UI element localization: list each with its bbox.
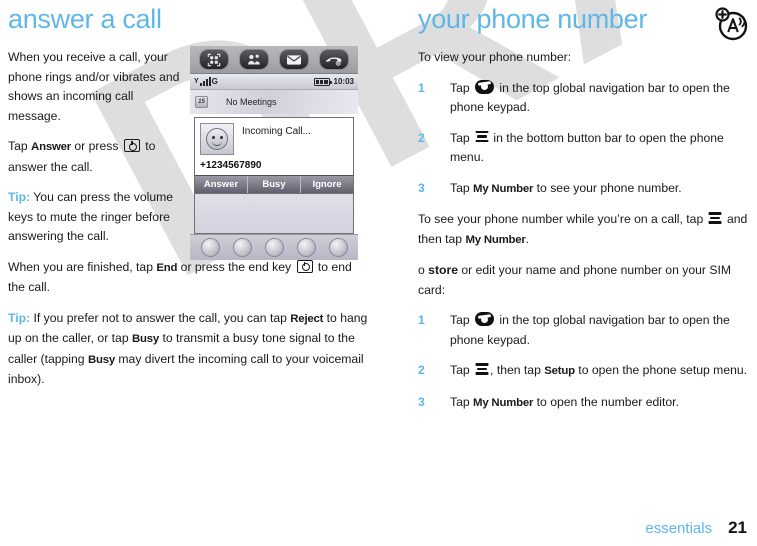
busy-term-2: Busy <box>87 353 116 366</box>
right-section-title: your phone number <box>418 4 648 34</box>
step-number: 1 <box>418 313 425 327</box>
phone-handset-icon[interactable] <box>319 49 349 70</box>
footer-page-number: 21 <box>728 518 747 537</box>
step-post: to see your phone number. <box>533 180 682 195</box>
tip-label-2: Tip: <box>8 310 31 325</box>
end-term: End <box>156 261 178 274</box>
on-call-paragraph: To see your phone number while you’re on… <box>418 210 748 250</box>
left-paragraph-1: When you receive a call, your phone ring… <box>8 50 180 123</box>
my-number-term: My Number <box>465 233 526 246</box>
p3-pre: When you are finished, tap <box>8 259 157 274</box>
step-number: 3 <box>418 180 425 195</box>
busy-term-1: Busy <box>132 333 160 345</box>
incoming-call-number: +1234567890 <box>200 160 262 171</box>
oncall-pre: To see your phone number while you’re on… <box>418 212 707 226</box>
steps-store-number: 1 Tap in the top global navigation bar t… <box>418 311 748 413</box>
dock-icon-5[interactable] <box>328 238 348 257</box>
incoming-call-title: Incoming Call... <box>242 126 311 137</box>
antenna-add-icon <box>713 6 751 42</box>
list-item: 1 Tap in the top global navigation bar t… <box>418 79 748 118</box>
battery-icon <box>313 77 332 86</box>
page-footer: essentials 21 <box>0 518 757 538</box>
step-pre: Tap <box>450 130 474 145</box>
softkey-answer[interactable]: Answer <box>195 176 248 193</box>
tip-text-1: You can press the volume keys to mute th… <box>8 190 174 243</box>
manual-page: answer a call When you receive a call, y… <box>0 0 757 546</box>
step-number: 3 <box>418 394 425 409</box>
list-item: 2 Tap , then tap Setup to open the phone… <box>418 361 748 382</box>
step-post: in the bottom button bar to open the pho… <box>450 130 724 165</box>
incoming-call-card: Incoming Call... +1234567890 Answer Busy… <box>194 117 354 194</box>
step-post: to open the phone setup menu. <box>574 363 748 377</box>
p2-mid: or press <box>71 139 122 153</box>
reject-term: Reject <box>290 312 324 325</box>
message-envelope-icon[interactable] <box>279 49 309 70</box>
softkey-busy[interactable]: Busy <box>248 176 301 193</box>
list-item: 3 Tap My Number to see your phone number… <box>418 179 748 200</box>
phone-screenshot-figure: Υ G 10:03 15 No Meetings Incoming Call..… <box>190 46 358 294</box>
dock-icon-3[interactable] <box>264 238 284 257</box>
phone-wallpaper-area <box>194 194 354 234</box>
signal-bars-icon <box>199 77 211 86</box>
step-pre: Tap <box>450 394 474 409</box>
center-select-key-icon <box>123 139 140 152</box>
step-number: 2 <box>418 363 425 377</box>
right-column: your phone number To view your phone num… <box>418 0 748 424</box>
phone-dock-bar <box>190 234 358 260</box>
tip-label-1: Tip: <box>8 190 31 204</box>
list-item: 2 Tap in the bottom button bar to open t… <box>418 129 748 168</box>
phone-meetings-bar: 15 No Meetings <box>190 90 358 114</box>
dock-icon-2[interactable] <box>232 238 252 257</box>
store-paragraph: o store or edit your name and phone numb… <box>418 261 748 300</box>
my-number-term: My Number <box>473 182 534 195</box>
p2-pre: Tap <box>8 139 32 153</box>
left-tip-2: Tip: If you prefer not to answer the cal… <box>8 309 368 390</box>
step-mid: , then tap <box>490 363 545 377</box>
store-pre: o <box>418 263 429 277</box>
left-paragraph-2: Tap Answer or press to answer the call. <box>8 137 186 177</box>
dock-icon-1[interactable] <box>200 238 220 257</box>
left-section-title: answer a call <box>8 4 162 34</box>
meetings-text: No Meetings <box>226 97 277 107</box>
dock-icon-4[interactable] <box>296 238 316 257</box>
contacts-icon[interactable] <box>239 49 269 70</box>
list-item: 1 Tap in the top global navigation bar t… <box>418 311 748 350</box>
store-post: or edit your name and phone number on yo… <box>418 263 732 297</box>
smiley-avatar-icon <box>200 123 234 155</box>
step-number: 2 <box>418 130 425 145</box>
apps-grid-icon[interactable] <box>199 49 229 70</box>
step-post: to open the number editor. <box>533 394 679 409</box>
step-number: 1 <box>418 80 425 95</box>
menu-icon <box>475 363 489 375</box>
left-tip-1: Tip: You can press the volume keys to mu… <box>8 188 186 247</box>
antenna-glyph: Υ <box>194 78 199 85</box>
phone-global-nav-bar <box>190 46 358 74</box>
tip2-a: If you prefer not to answer the call, yo… <box>30 310 291 325</box>
status-time: 10:03 <box>333 77 354 86</box>
my-number-term: My Number <box>473 396 534 409</box>
step-pre: Tap <box>450 313 474 327</box>
phone-softkey-bar: Answer Busy Ignore <box>195 175 353 193</box>
store-term: store <box>428 263 458 277</box>
step-pre: Tap <box>450 80 474 95</box>
step-pre: Tap <box>450 180 474 195</box>
setup-term: Setup <box>544 365 575 377</box>
steps-view-number: 1 Tap in the top global navigation bar t… <box>418 79 748 200</box>
menu-icon <box>708 212 722 224</box>
softkey-ignore[interactable]: Ignore <box>301 176 353 193</box>
phone-status-bar: Υ G 10:03 <box>190 74 358 90</box>
answer-term: Answer <box>31 141 71 153</box>
oncall-post: . <box>525 231 530 246</box>
list-item: 3 Tap My Number to open the number edito… <box>418 393 748 414</box>
menu-icon <box>475 130 489 143</box>
phone-handset-icon <box>475 312 495 326</box>
footer-section-label: essentials <box>645 520 713 537</box>
network-label: G <box>211 77 218 86</box>
phone-handset-icon <box>475 79 495 94</box>
calendar-icon: 15 <box>195 96 208 108</box>
step-pre: Tap <box>450 363 474 377</box>
right-intro: To view your phone number: <box>418 50 572 64</box>
